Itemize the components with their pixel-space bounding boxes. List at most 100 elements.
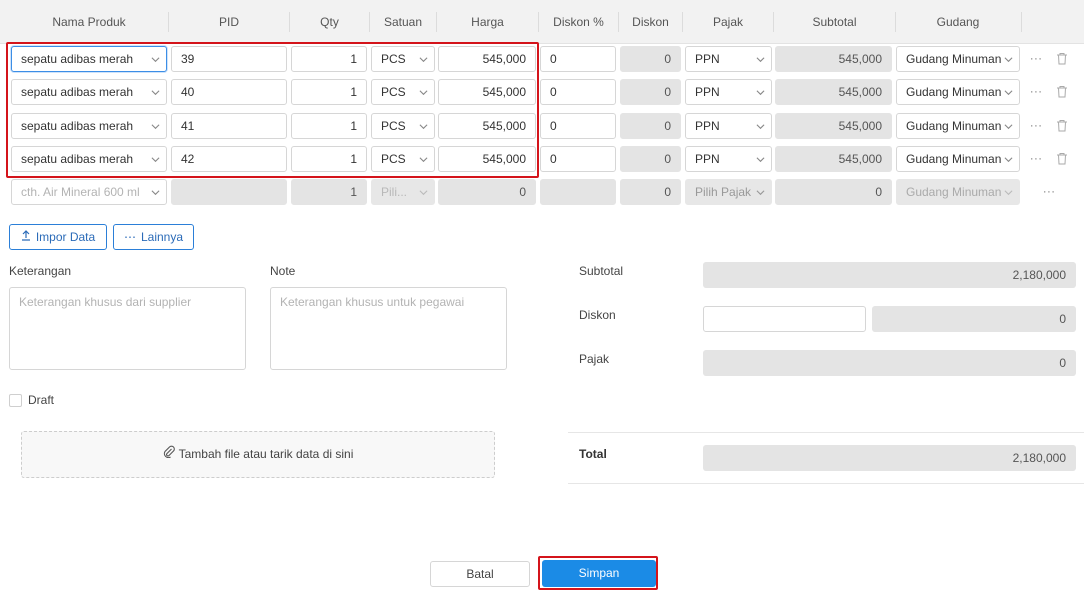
price-input[interactable]: 545,000 <box>438 146 536 172</box>
file-dropzone[interactable]: Tambah file atau tarik data di sini <box>21 431 495 478</box>
discount-percent-input[interactable]: 0 <box>540 46 616 72</box>
subtotal-label: Subtotal <box>579 264 624 278</box>
discount-value: 0 <box>620 46 681 72</box>
qty-input[interactable]: 1 <box>291 113 367 139</box>
upload-icon <box>21 225 31 249</box>
chevron-down-icon <box>151 88 160 96</box>
chevron-down-icon <box>756 88 765 96</box>
summary-total-value: 2,180,000 <box>703 445 1076 471</box>
draft-checkbox[interactable] <box>9 394 22 407</box>
chevron-down-icon <box>419 122 428 130</box>
discount-percent-input[interactable]: 0 <box>540 146 616 172</box>
chevron-down-icon <box>151 188 160 196</box>
summary-subtotal-value: 2,180,000 <box>703 262 1076 288</box>
product-select[interactable]: sepatu adibas merah <box>11 79 167 105</box>
warehouse-select[interactable]: Gudang Minuman <box>896 79 1020 105</box>
more-options-icon: ⋯ <box>123 230 136 244</box>
tax-select[interactable]: PPN <box>685 113 772 139</box>
qty-input[interactable]: 1 <box>291 146 367 172</box>
subtotal-value: 545,000 <box>775 46 892 72</box>
tax-select[interactable]: PPN <box>685 46 772 72</box>
trash-icon[interactable] <box>1055 85 1069 99</box>
col-header-pajak: Pajak <box>712 15 744 29</box>
product-select[interactable]: sepatu adibas merah <box>11 146 167 172</box>
col-header-pid: PID <box>218 15 239 29</box>
chevron-down-icon <box>151 122 160 130</box>
chevron-down-icon <box>419 188 428 196</box>
unit-select[interactable]: PCS <box>371 146 435 172</box>
tax-select[interactable]: PPN <box>685 146 772 172</box>
trash-icon[interactable] <box>1055 119 1069 133</box>
unit-select[interactable]: PCS <box>371 79 435 105</box>
chevron-down-icon <box>419 88 428 96</box>
unit-select[interactable]: PCS <box>371 113 435 139</box>
trash-icon[interactable] <box>1055 52 1069 66</box>
pid-input[interactable]: 41 <box>171 113 287 139</box>
chevron-down-icon <box>1004 122 1013 130</box>
more-options-icon[interactable]: ⋯ <box>1029 119 1043 133</box>
discount-percent-input[interactable]: 0 <box>540 113 616 139</box>
chevron-down-icon <box>756 122 765 130</box>
chevron-down-icon <box>756 188 765 196</box>
import-data-button[interactable]: Impor Data <box>9 224 107 250</box>
chevron-down-icon <box>756 155 765 163</box>
more-options-icon[interactable]: ⋯ <box>1029 85 1043 99</box>
summary-discount-value: 0 <box>872 306 1076 332</box>
col-header-diskon: Diskon <box>632 15 669 29</box>
pid-input[interactable]: 42 <box>171 146 287 172</box>
qty-input: 1 <box>291 179 367 205</box>
unit-select: Pili... <box>371 179 435 205</box>
summary-discount-input[interactable] <box>703 306 866 332</box>
subtotal-value: 545,000 <box>775 79 892 105</box>
subtotal-value: 0 <box>775 179 892 205</box>
chevron-down-icon <box>756 55 765 63</box>
pid-input[interactable]: 40 <box>171 79 287 105</box>
unit-select[interactable]: PCS <box>371 46 435 72</box>
chevron-down-icon <box>1004 55 1013 63</box>
product-select[interactable]: cth. Air Mineral 600 ml <box>11 179 167 205</box>
note-label: Note <box>270 264 296 278</box>
qty-input[interactable]: 1 <box>291 79 367 105</box>
chevron-down-icon <box>151 155 160 163</box>
summary-divider <box>568 432 1084 433</box>
discount-value: 0 <box>620 113 681 139</box>
keterangan-label: Keterangan <box>9 264 72 278</box>
discount-value: 0 <box>620 146 681 172</box>
pid-input[interactable]: 39 <box>171 46 287 72</box>
paperclip-icon <box>163 432 175 477</box>
more-options-icon[interactable]: ⋯ <box>1029 52 1043 66</box>
price-input[interactable]: 545,000 <box>438 46 536 72</box>
product-select[interactable]: sepatu adibas merah <box>11 113 167 139</box>
warehouse-select[interactable]: Gudang Minuman <box>896 113 1020 139</box>
pajak-label: Pajak <box>579 352 610 366</box>
warehouse-select[interactable]: Gudang Minuman <box>896 46 1020 72</box>
table-header: Nama Produk PID Qty Satuan Harga Diskon … <box>0 0 1084 44</box>
col-header-gudang: Gudang <box>936 15 980 29</box>
tax-select[interactable]: PPN <box>685 79 772 105</box>
chevron-down-icon <box>1004 88 1013 96</box>
draft-label: Draft <box>28 393 55 407</box>
chevron-down-icon <box>1004 188 1013 196</box>
save-button[interactable]: Simpan <box>542 560 656 587</box>
warehouse-select: Gudang Minuman <box>896 179 1020 205</box>
more-options-icon[interactable]: ⋯ <box>1042 185 1056 199</box>
trash-icon[interactable] <box>1055 152 1069 166</box>
qty-input[interactable]: 1 <box>291 46 367 72</box>
chevron-down-icon <box>419 55 428 63</box>
chevron-down-icon <box>419 155 428 163</box>
warehouse-select[interactable]: Gudang Minuman <box>896 146 1020 172</box>
col-header-qty: Qty <box>320 15 339 29</box>
price-input[interactable]: 545,000 <box>438 113 536 139</box>
more-button[interactable]: ⋯ Lainnya <box>113 224 194 250</box>
more-options-icon[interactable]: ⋯ <box>1029 152 1043 166</box>
chevron-down-icon <box>1004 155 1013 163</box>
price-input[interactable]: 545,000 <box>438 79 536 105</box>
discount-percent-input[interactable]: 0 <box>540 79 616 105</box>
product-select[interactable]: sepatu adibas merah <box>11 46 167 72</box>
cancel-button[interactable]: Batal <box>430 561 530 587</box>
subtotal-value: 545,000 <box>775 146 892 172</box>
note-textarea[interactable]: Keterangan khusus untuk pegawai <box>270 287 507 370</box>
price-input: 0 <box>438 179 536 205</box>
subtotal-value: 545,000 <box>775 113 892 139</box>
keterangan-textarea[interactable]: Keterangan khusus dari supplier <box>9 287 246 370</box>
